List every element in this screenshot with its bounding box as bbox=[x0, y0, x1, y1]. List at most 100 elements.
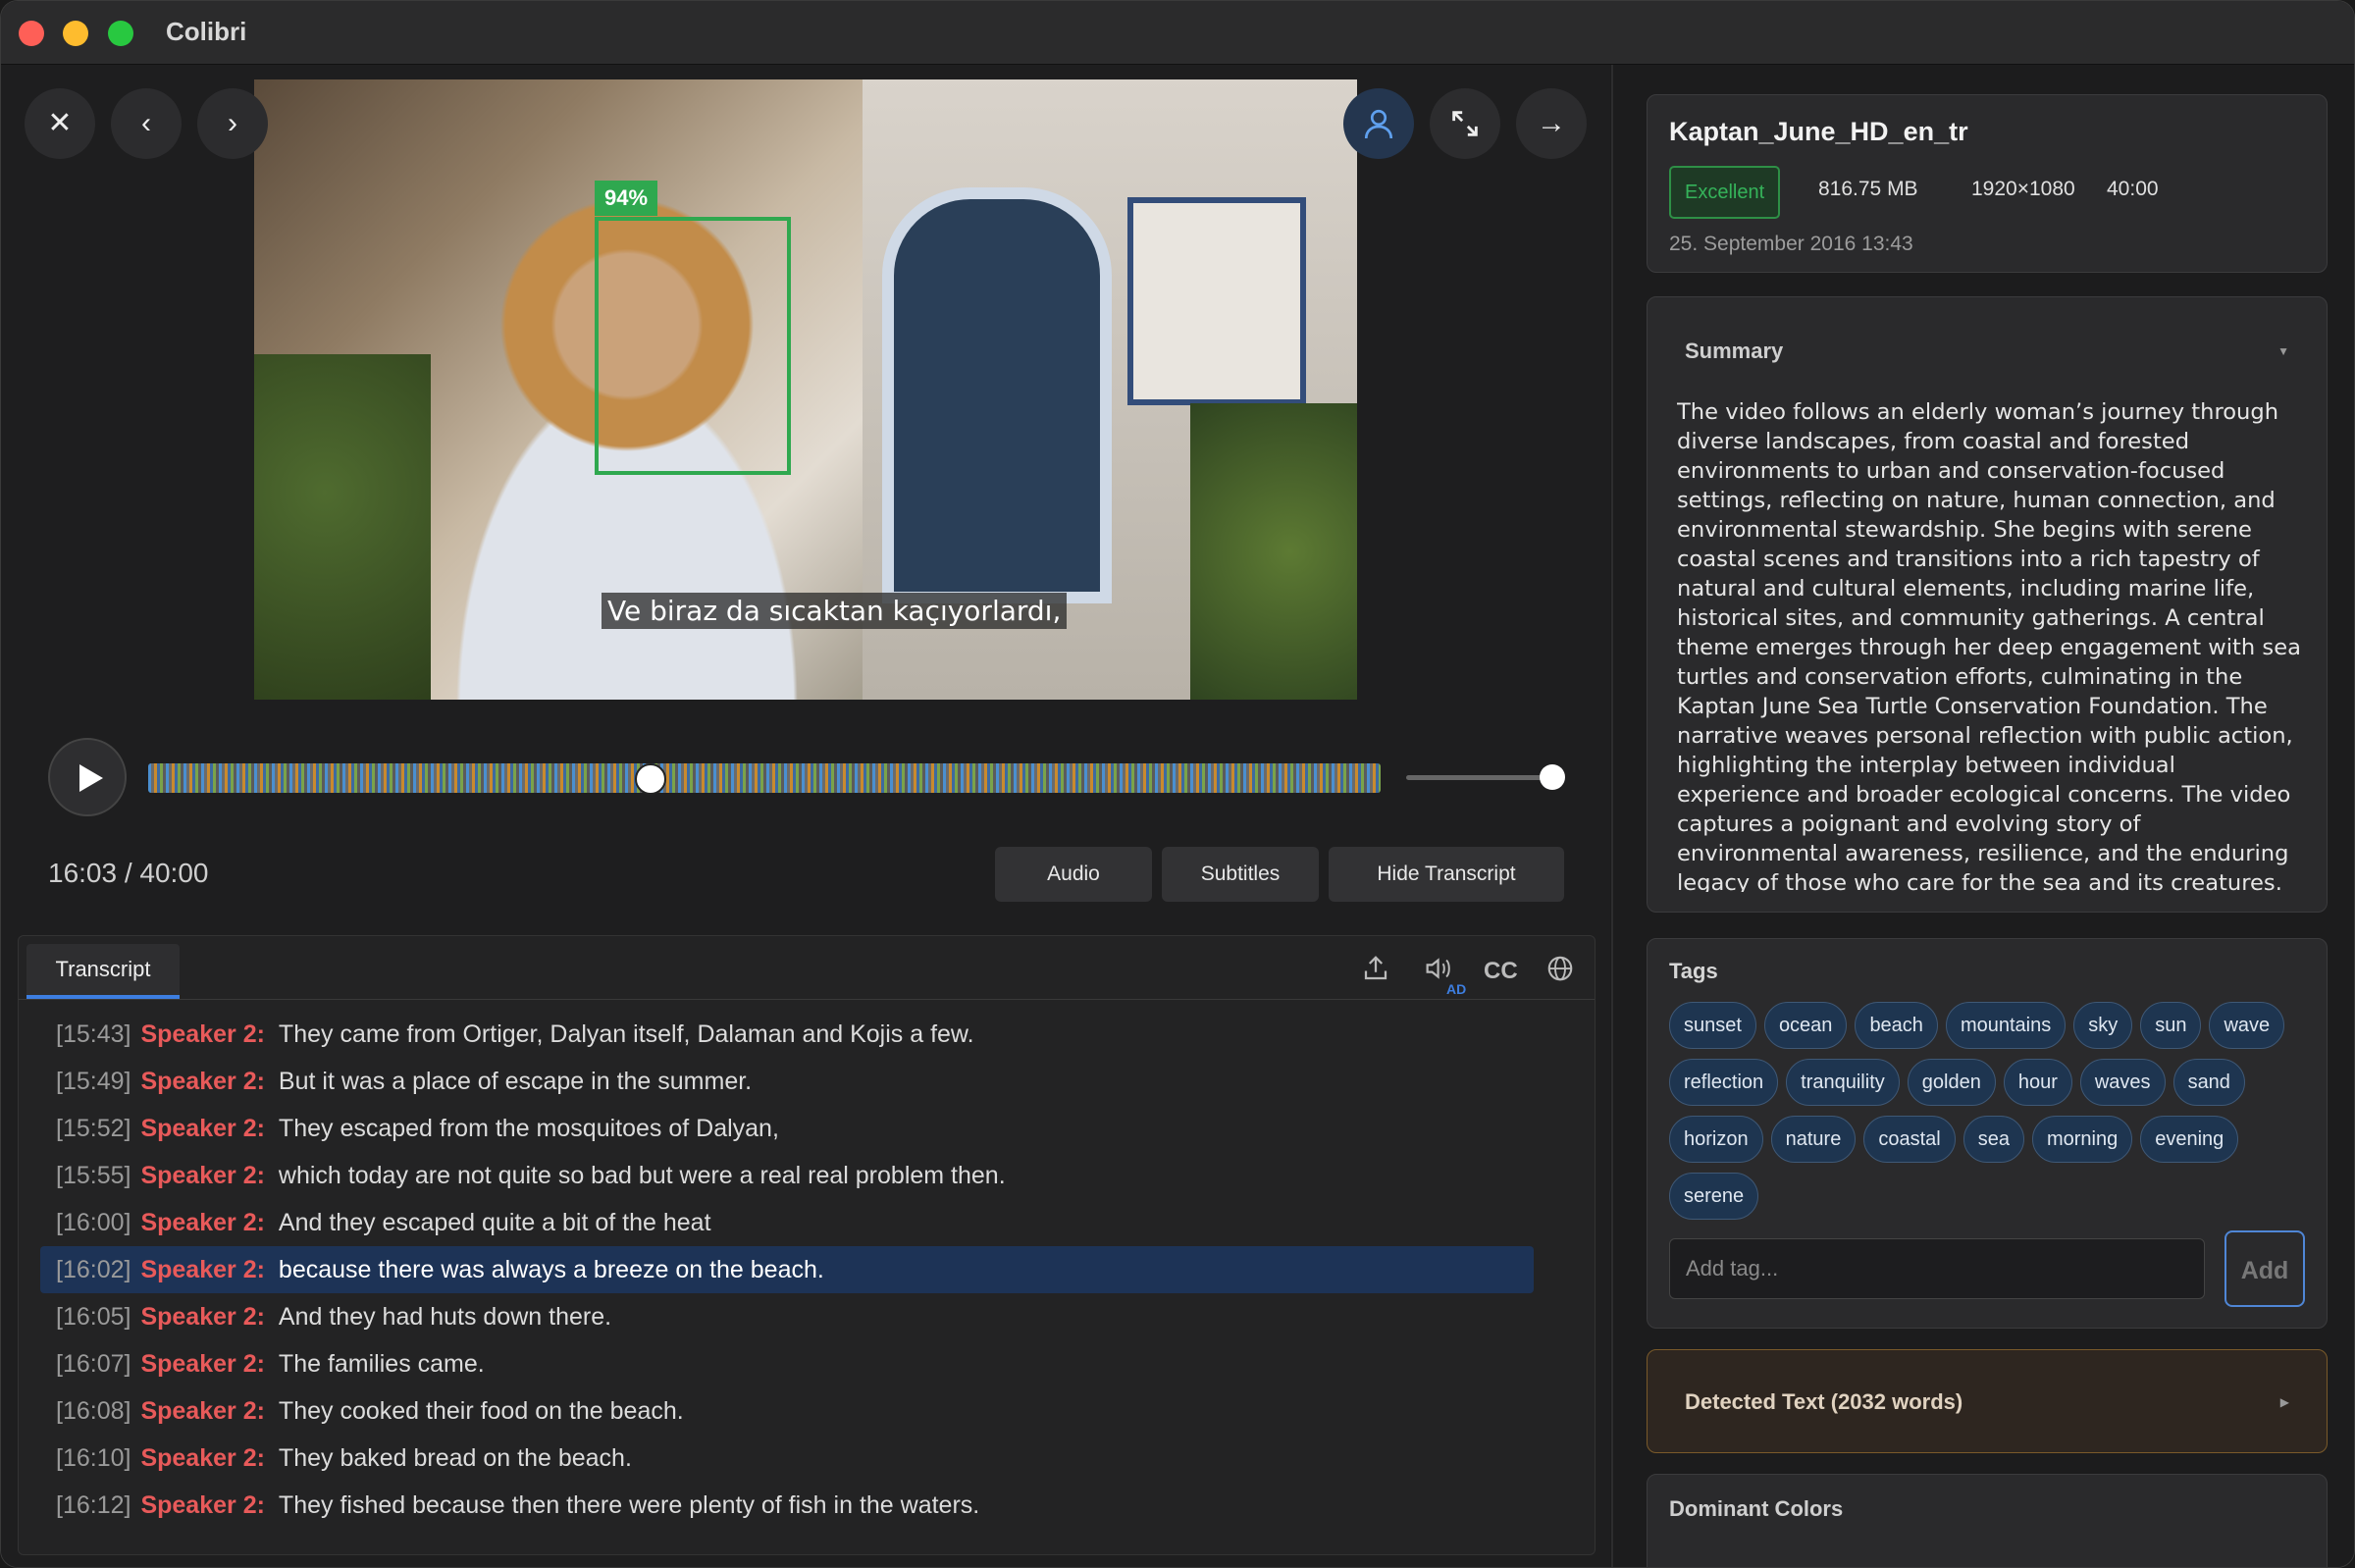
transcript-row[interactable]: [16:05] Speaker 2: And they had huts down … bbox=[19, 1293, 1595, 1340]
add-tag-button[interactable]: Add bbox=[2224, 1230, 2305, 1307]
closed-captions-button[interactable]: CC bbox=[1484, 958, 1518, 985]
transcript-text: And they escaped quite a bit of the heat bbox=[278, 1209, 711, 1236]
next-button[interactable]: › bbox=[197, 88, 268, 159]
file-size: 816.75 MB bbox=[1818, 178, 1918, 200]
transcript-row[interactable]: [15:55] Speaker 2: which today are not qui… bbox=[19, 1152, 1595, 1199]
minimize-window-button[interactable] bbox=[63, 21, 88, 46]
tag-chip[interactable]: golden bbox=[1907, 1059, 1996, 1106]
tag-chip[interactable]: sea bbox=[1962, 1116, 2024, 1163]
zoom-window-button[interactable] bbox=[108, 21, 133, 46]
add-tag-input[interactable] bbox=[1669, 1238, 2205, 1299]
transcript-row[interactable]: [16:10] Speaker 2: They baked bread on the… bbox=[19, 1435, 1595, 1482]
tag-chip[interactable]: beach bbox=[1855, 1002, 1938, 1049]
tag-chip[interactable]: mountains bbox=[1945, 1002, 2067, 1049]
hide-transcript-button[interactable]: Hide Transcript bbox=[1329, 847, 1564, 902]
close-window-button[interactable] bbox=[19, 21, 44, 46]
face-confidence-label: 94% bbox=[595, 181, 658, 216]
details-pane: Kaptan_June_HD_en_tr Excellent 816.75 MB… bbox=[1611, 65, 2354, 1567]
tag-chip[interactable]: ocean bbox=[1763, 1002, 1848, 1049]
transcript-row[interactable]: [16:00] Speaker 2: And they escaped quite … bbox=[19, 1199, 1595, 1246]
upload-icon[interactable] bbox=[1361, 954, 1390, 983]
chevron-right-icon: › bbox=[228, 107, 237, 139]
timeline-scrubber-track[interactable] bbox=[148, 763, 1381, 793]
title-bar: Colibri bbox=[1, 1, 2354, 65]
tag-chip[interactable]: tranquility bbox=[1786, 1059, 1900, 1106]
transcript-row[interactable]: [16:08] Speaker 2: They cooked their food … bbox=[19, 1387, 1595, 1435]
tab-transcript[interactable]: Transcript bbox=[26, 944, 180, 999]
tags-card: Tags sunset ocean beach mountains sky sun wave… bbox=[1647, 938, 2328, 1329]
file-name: Kaptan_June_HD_en_tr bbox=[1669, 117, 1968, 146]
face-detection-box bbox=[595, 217, 791, 475]
transcript-timestamp: [16:00] bbox=[56, 1209, 131, 1236]
play-button[interactable] bbox=[48, 738, 127, 816]
audio-description-icon[interactable] bbox=[1424, 954, 1457, 983]
transcript-text: They came from Ortiger, Dalyan itself, D… bbox=[278, 1020, 974, 1048]
transcript-timestamp: [16:07] bbox=[56, 1350, 131, 1378]
transcript-row[interactable]: [16:02] Speaker 2: because there was alway… bbox=[40, 1246, 1534, 1293]
tag-chip[interactable]: hour bbox=[2003, 1059, 2072, 1106]
chevron-right-icon[interactable]: ▶ bbox=[2280, 1395, 2289, 1409]
audio-button[interactable]: Audio bbox=[995, 847, 1152, 902]
tag-chip[interactable]: reflection bbox=[1669, 1059, 1779, 1106]
forward-button[interactable]: → bbox=[1516, 88, 1587, 159]
transcript-list: [15:43] Speaker 2: They came from Ortiger,… bbox=[19, 1011, 1595, 1529]
app-title: Colibri bbox=[166, 17, 247, 46]
file-duration: 40:00 bbox=[2107, 178, 2159, 200]
detected-text-heading: Detected Text (2032 words) bbox=[1685, 1389, 1963, 1414]
transcript-row[interactable]: [16:07] Speaker 2: The families came. bbox=[19, 1340, 1595, 1387]
transcript-row[interactable]: [16:12] Speaker 2: They fished because the… bbox=[19, 1482, 1595, 1529]
file-resolution: 1920×1080 bbox=[1971, 178, 2075, 200]
transcript-timestamp: [16:02] bbox=[56, 1256, 131, 1283]
fullscreen-button[interactable] bbox=[1430, 88, 1500, 159]
tag-chip[interactable]: sunset bbox=[1669, 1002, 1756, 1049]
globe-icon[interactable] bbox=[1545, 954, 1575, 983]
close-button[interactable]: ✕ bbox=[25, 88, 95, 159]
tag-chip[interactable]: evening bbox=[2140, 1116, 2239, 1163]
tag-chip[interactable]: sun bbox=[2140, 1002, 2202, 1049]
tag-chip[interactable]: horizon bbox=[1669, 1116, 1763, 1163]
transcript-timestamp: [15:49] bbox=[56, 1068, 131, 1095]
volume-knob[interactable] bbox=[1540, 764, 1565, 790]
transcript-timestamp: [15:52] bbox=[56, 1115, 131, 1142]
tag-chip[interactable]: wave bbox=[2209, 1002, 2285, 1049]
volume-slider[interactable] bbox=[1406, 775, 1551, 780]
player-pane: 94% Ve biraz da sıcaktan kaçıyorlardı, ✕… bbox=[1, 65, 1610, 1567]
transcript-row[interactable]: [15:43] Speaker 2: They came from Ortiger,… bbox=[19, 1011, 1595, 1058]
tag-chip[interactable]: coastal bbox=[1863, 1116, 1956, 1163]
chevron-down-icon[interactable]: ▼ bbox=[2277, 344, 2289, 358]
summary-text: The video follows an elderly woman’s jou… bbox=[1677, 399, 2301, 892]
timeline-playhead[interactable] bbox=[635, 763, 666, 795]
chevron-left-icon: ‹ bbox=[141, 107, 151, 139]
tag-chip[interactable]: sky bbox=[2073, 1002, 2133, 1049]
tag-chip[interactable]: nature bbox=[1770, 1116, 1857, 1163]
video-subtitle: Ve biraz da sıcaktan kaçıyorlardı, bbox=[602, 593, 1068, 629]
transcript-timestamp: [16:12] bbox=[56, 1491, 131, 1519]
close-icon: ✕ bbox=[47, 107, 73, 139]
face-detection-toggle[interactable] bbox=[1343, 88, 1414, 159]
playback-time: 16:03 / 40:00 bbox=[48, 858, 209, 888]
summary-card[interactable]: Summary ▼ The video follows an elderly w… bbox=[1647, 296, 2328, 913]
quality-badge: Excellent bbox=[1669, 166, 1781, 219]
transcript-speaker: Speaker 2: bbox=[140, 1491, 265, 1519]
previous-button[interactable]: ‹ bbox=[111, 88, 182, 159]
person-icon bbox=[1364, 109, 1393, 139]
tag-chip[interactable]: sand bbox=[2172, 1059, 2245, 1106]
transcript-row[interactable]: [15:52] Speaker 2: They escaped from the m… bbox=[19, 1105, 1595, 1152]
dominant-colors-heading: Dominant Colors bbox=[1669, 1496, 1844, 1521]
expand-icon bbox=[1452, 111, 1478, 136]
transcript-timestamp: [16:10] bbox=[56, 1444, 131, 1472]
arrow-right-icon: → bbox=[1537, 107, 1566, 139]
tag-chip[interactable]: serene bbox=[1669, 1173, 1759, 1220]
transcript-row[interactable]: [15:49] Speaker 2: But it was a place of e… bbox=[19, 1058, 1595, 1105]
transcript-speaker: Speaker 2: bbox=[140, 1303, 265, 1331]
transcript-speaker: Speaker 2: bbox=[140, 1068, 265, 1095]
transcript-timestamp: [16:05] bbox=[56, 1303, 131, 1331]
dominant-colors-card[interactable]: Dominant Colors bbox=[1647, 1474, 2328, 1567]
detected-text-card[interactable]: Detected Text (2032 words) ▶ bbox=[1647, 1349, 2328, 1453]
subtitles-button[interactable]: Subtitles bbox=[1162, 847, 1319, 902]
transcript-timestamp: [16:08] bbox=[56, 1397, 131, 1425]
video-frame[interactable]: 94% Ve biraz da sıcaktan kaçıyorlardı, bbox=[254, 79, 1357, 700]
tag-chip[interactable]: waves bbox=[2079, 1059, 2166, 1106]
tag-chip[interactable]: morning bbox=[2031, 1116, 2133, 1163]
file-date: 25. September 2016 13:43 bbox=[1669, 233, 1913, 255]
